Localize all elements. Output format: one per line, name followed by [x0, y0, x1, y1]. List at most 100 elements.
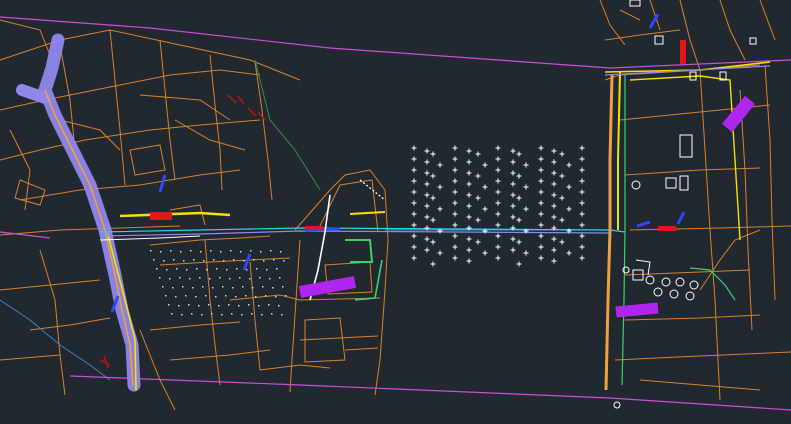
hatch-dot [188, 304, 190, 306]
hatch-dot [270, 250, 272, 252]
hatch-dot [190, 250, 192, 252]
hatch-dot [200, 251, 202, 253]
cad-drawing-viewport[interactable] [0, 0, 791, 424]
hatch-dot [170, 250, 172, 252]
hatch-dot [212, 287, 214, 289]
hatch-dot [172, 287, 174, 289]
hatch-dot [220, 251, 222, 253]
hatch-dot [175, 296, 177, 298]
hatch-dot [176, 268, 178, 270]
hatch-dot [230, 250, 232, 252]
hatch-dot [258, 305, 260, 307]
hatch-dot [216, 268, 218, 270]
hatch-dot [263, 260, 265, 262]
red-marker [150, 212, 172, 220]
hatch-dot [166, 269, 168, 271]
hatch-dot [233, 259, 235, 261]
hatch-dot [215, 296, 217, 298]
hatch-dot [210, 250, 212, 252]
hatch-dot [193, 259, 195, 261]
hatch-dot [282, 286, 284, 288]
hatch-dot [201, 314, 203, 316]
hatch-dot [199, 277, 201, 279]
hatch-dot [211, 313, 213, 315]
hatch-dot [203, 260, 205, 262]
hatch-dot [278, 305, 280, 307]
hatch-dot [228, 304, 230, 306]
hatch-dot [171, 313, 173, 315]
hatch-dot [259, 277, 261, 279]
hatch-dot [262, 286, 264, 288]
hatch-dot [255, 296, 257, 298]
hatch-dot [169, 278, 171, 280]
hatch-dot [168, 304, 170, 306]
hatch-dot [219, 277, 221, 279]
hatch-dot [232, 287, 234, 289]
hatch-dot [156, 268, 158, 270]
hatch-dot [202, 286, 204, 288]
hatch-dot [218, 305, 220, 307]
hatch-dot [165, 295, 167, 297]
hatch-dot [185, 295, 187, 297]
hatch-dot [159, 277, 161, 279]
magenta-marker [615, 302, 659, 318]
hatch-dot [276, 268, 278, 270]
hatch-dot [221, 314, 223, 316]
hatch-dot [261, 314, 263, 316]
hatch-dot [160, 251, 162, 253]
hatch-dot [272, 287, 274, 289]
hatch-dot [195, 296, 197, 298]
hatch-dot [271, 313, 273, 315]
hatch-dot [239, 277, 241, 279]
hatch-dot [222, 286, 224, 288]
hatch-dot [268, 304, 270, 306]
hatch-dot [223, 260, 225, 262]
hatch-dot [191, 313, 193, 315]
hatch-dot [189, 278, 191, 280]
hatch-dot [173, 259, 175, 261]
hatch-dot [246, 269, 248, 271]
hatch-dot [253, 259, 255, 261]
hatch-dot [285, 295, 287, 297]
canvas-background [0, 0, 791, 424]
hatch-dot [241, 314, 243, 316]
hatch-dot [236, 268, 238, 270]
hatch-dot [279, 277, 281, 279]
cad-drawing-canvas[interactable] [0, 0, 791, 424]
hatch-dot [153, 259, 155, 261]
hatch-dot [192, 287, 194, 289]
hatch-dot [229, 278, 231, 280]
hatch-dot [280, 251, 282, 253]
hatch-dot [269, 278, 271, 280]
hatch-dot [162, 286, 164, 288]
hatch-dot [198, 305, 200, 307]
red-marker [680, 40, 686, 64]
hatch-dot [180, 251, 182, 253]
hatch-dot [242, 286, 244, 288]
red-marker [305, 226, 323, 230]
hatch-dot [205, 295, 207, 297]
hatch-dot [265, 295, 267, 297]
hatch-dot [179, 277, 181, 279]
hatch-dot [243, 260, 245, 262]
hatch-dot [256, 268, 258, 270]
hatch-dot [208, 304, 210, 306]
hatch-dot [248, 304, 250, 306]
hatch-dot [266, 269, 268, 271]
hatch-dot [251, 313, 253, 315]
hatch-dot [181, 314, 183, 316]
hatch-dot [178, 305, 180, 307]
hatch-dot [196, 268, 198, 270]
hatch-dot [238, 305, 240, 307]
hatch-dot [213, 259, 215, 261]
hatch-dot [275, 296, 277, 298]
hatch-dot [260, 251, 262, 253]
hatch-dot [281, 314, 283, 316]
hatch-dot [150, 250, 152, 252]
hatch-dot [240, 251, 242, 253]
hatch-dot [249, 278, 251, 280]
hatch-dot [226, 269, 228, 271]
hatch-dot [163, 260, 165, 262]
hatch-dot [231, 313, 233, 315]
hatch-dot [225, 295, 227, 297]
